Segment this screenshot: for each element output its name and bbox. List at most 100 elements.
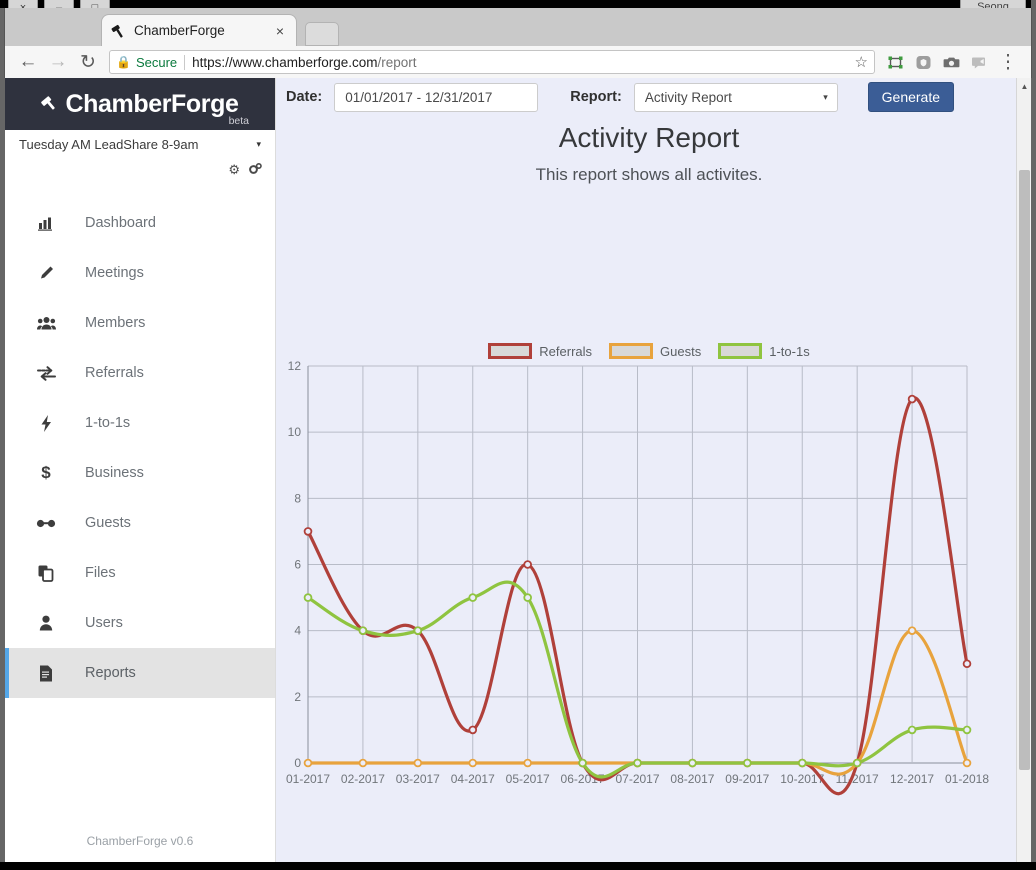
data-point[interactable]: [964, 760, 971, 767]
sidebar-nav: Dashboard Meetings: [5, 198, 275, 698]
data-point[interactable]: [360, 627, 367, 634]
data-point[interactable]: [305, 760, 312, 767]
sidebar-item-business[interactable]: $ Business: [5, 448, 275, 498]
data-point[interactable]: [414, 760, 421, 767]
browser-tab-chamberforge[interactable]: ChamberForge ×: [101, 14, 297, 46]
legend-item-1-to-1s[interactable]: 1-to-1s: [718, 343, 809, 359]
data-point[interactable]: [414, 627, 421, 634]
y-tick-label: 0: [294, 756, 301, 770]
sidebar-item-dashboard[interactable]: Dashboard: [5, 198, 275, 248]
data-point[interactable]: [634, 760, 641, 767]
sidebar-item-label: Reports: [85, 665, 136, 681]
main-content: Date: 01/01/2017 - 12/31/2017 Report: Ac…: [276, 78, 1022, 862]
data-point[interactable]: [524, 594, 531, 601]
y-tick-label: 12: [288, 359, 302, 373]
report-type-select[interactable]: Activity Report ▾: [634, 83, 838, 112]
data-point[interactable]: [469, 727, 476, 734]
exchange-arrows-icon: [29, 366, 63, 381]
sidebar: ChamberForge beta Tuesday AM LeadShare 8…: [5, 78, 276, 862]
legend-item-guests[interactable]: Guests: [609, 343, 701, 359]
data-point[interactable]: [469, 760, 476, 767]
sidebar-item-1-to-1s[interactable]: 1-to-1s: [5, 398, 275, 448]
close-icon[interactable]: ×: [272, 23, 288, 39]
data-point[interactable]: [689, 760, 696, 767]
forward-icon[interactable]: →: [43, 49, 73, 75]
reload-icon[interactable]: ↻: [73, 49, 103, 75]
sidebar-item-label: Members: [85, 315, 145, 331]
scrollbar-thumb[interactable]: [1019, 170, 1030, 770]
app-logo[interactable]: ChamberForge beta: [5, 78, 275, 130]
data-point[interactable]: [744, 760, 751, 767]
x-tick-label: 01-2017: [286, 772, 330, 786]
sidebar-item-label: Guests: [85, 515, 131, 531]
data-point[interactable]: [964, 727, 971, 734]
data-point[interactable]: [524, 561, 531, 568]
x-tick-label: 12-2017: [890, 772, 934, 786]
cogs-icon[interactable]: [248, 161, 263, 179]
sidebar-item-guests[interactable]: Guests: [5, 498, 275, 548]
data-point[interactable]: [305, 528, 312, 535]
data-point[interactable]: [909, 627, 916, 634]
sidebar-item-referrals[interactable]: Referrals: [5, 348, 275, 398]
x-tick-label: 01-2018: [945, 772, 989, 786]
data-point[interactable]: [799, 760, 806, 767]
data-point[interactable]: [854, 760, 861, 767]
brand-name: ChamberForge: [65, 90, 238, 119]
page-scrollbar[interactable]: ▲: [1016, 78, 1031, 862]
video-chat-icon[interactable]: [965, 49, 993, 75]
legend-label: 1-to-1s: [769, 344, 809, 359]
chevron-down-icon: ▾: [823, 92, 828, 103]
sidebar-item-label: Files: [85, 565, 116, 581]
group-selector[interactable]: Tuesday AM LeadShare 8-9am ▾: [5, 130, 275, 158]
crop-icon[interactable]: [881, 49, 909, 75]
shield-icon[interactable]: [909, 49, 937, 75]
page-title: Activity Report: [276, 122, 1022, 154]
sidebar-item-files[interactable]: Files: [5, 548, 275, 598]
date-label: Date:: [286, 89, 322, 105]
new-tab-button[interactable]: [305, 22, 339, 46]
camera-icon[interactable]: [937, 49, 965, 75]
data-point[interactable]: [469, 594, 476, 601]
y-tick-label: 10: [288, 425, 302, 439]
data-point[interactable]: [909, 727, 916, 734]
star-icon[interactable]: ☆: [855, 53, 868, 71]
url-origin: https://www.chamberforge.com: [192, 55, 377, 70]
back-icon[interactable]: ←: [13, 49, 43, 75]
files-icon: [29, 565, 63, 582]
gear-icon[interactable]: ⚙: [228, 162, 240, 178]
sidebar-item-members[interactable]: Members: [5, 298, 275, 348]
sidebar-item-users[interactable]: Users: [5, 598, 275, 648]
user-icon: [29, 615, 63, 631]
omnibar-row: ← → ↻ 🔒 Secure https://www.chamberforge.…: [5, 46, 1031, 78]
data-point[interactable]: [305, 594, 312, 601]
url-text: https://www.chamberforge.com/report: [192, 55, 416, 70]
hammer-icon: [36, 87, 68, 121]
scroll-up-icon[interactable]: ▲: [1017, 78, 1032, 94]
x-tick-label: 09-2017: [725, 772, 769, 786]
sidebar-item-meetings[interactable]: Meetings: [5, 248, 275, 298]
tab-title: ChamberForge: [134, 23, 272, 38]
kebab-menu-icon[interactable]: ⋮: [993, 49, 1023, 75]
page-subtitle: This report shows all activites.: [276, 165, 1022, 185]
address-bar[interactable]: 🔒 Secure https://www.chamberforge.com/re…: [109, 50, 875, 74]
x-tick-label: 07-2017: [615, 772, 659, 786]
chart-svg: 02468101201-201702-201703-201704-201705-…: [276, 358, 1022, 808]
legend-item-referrals[interactable]: Referrals: [488, 343, 592, 359]
chart-legend: Referrals Guests 1-to-1s: [276, 343, 1022, 359]
y-tick-label: 8: [294, 491, 301, 505]
data-point[interactable]: [524, 760, 531, 767]
data-point[interactable]: [909, 396, 916, 403]
window-bottom-edge: [0, 862, 1036, 870]
data-point[interactable]: [964, 660, 971, 667]
data-point[interactable]: [579, 760, 586, 767]
settings-icons-row: ⚙: [5, 158, 275, 182]
sidebar-item-reports[interactable]: Reports: [5, 648, 275, 698]
page-viewport: ChamberForge beta Tuesday AM LeadShare 8…: [5, 78, 1031, 862]
glasses-icon: [29, 518, 63, 529]
omnibox-divider: [184, 55, 185, 70]
data-point[interactable]: [360, 760, 367, 767]
date-range-input[interactable]: 01/01/2017 - 12/31/2017: [334, 83, 538, 112]
lock-icon: 🔒: [116, 55, 131, 69]
generate-button[interactable]: Generate: [868, 82, 954, 112]
browser-chrome: ChamberForge × ← → ↻ 🔒 Secure https://ww…: [4, 8, 1032, 78]
